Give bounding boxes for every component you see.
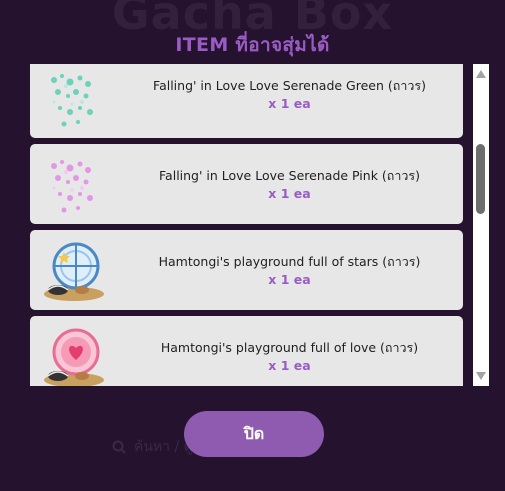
- list-item: Falling' in Love Love Serenade Green (ถา…: [30, 64, 463, 138]
- star-playground-icon: [40, 234, 110, 306]
- item-qty: x 1 ea: [268, 96, 311, 111]
- scroll-down-arrow-icon[interactable]: [476, 372, 486, 380]
- close-button[interactable]: ปิด: [184, 411, 324, 457]
- list-scrollbar[interactable]: [473, 64, 489, 386]
- list-item: Hamtongi's playground full of love (ถาวร…: [30, 316, 463, 386]
- item-qty: x 1 ea: [268, 272, 311, 287]
- love-playground-icon: [40, 320, 110, 386]
- item-name: Falling' in Love Love Serenade Green (ถา…: [153, 78, 426, 93]
- item-name: Hamtongi's playground full of love (ถาวร…: [160, 340, 419, 355]
- list-item: Falling' in Love Love Serenade Pink (ถาว…: [30, 144, 463, 224]
- item-qty: x 1 ea: [268, 358, 311, 373]
- item-list[interactable]: Falling' in Love Love Serenade Green (ถา…: [30, 64, 464, 386]
- item-qty: x 1 ea: [268, 186, 311, 201]
- list-item: Hamtongi's playground full of stars (ถาว…: [30, 230, 463, 310]
- search-icon: [112, 440, 126, 454]
- scrollbar-thumb[interactable]: [476, 144, 485, 214]
- pink-hearts-icon: [40, 148, 110, 220]
- item-name: Falling' in Love Love Serenade Pink (ถาว…: [159, 168, 420, 183]
- green-hearts-icon: [40, 64, 110, 134]
- item-name: Hamtongi's playground full of stars (ถาว…: [158, 254, 421, 269]
- scroll-up-arrow-icon[interactable]: [476, 70, 486, 78]
- modal-title: ITEM ที่อาจสุ่มได้: [175, 34, 330, 56]
